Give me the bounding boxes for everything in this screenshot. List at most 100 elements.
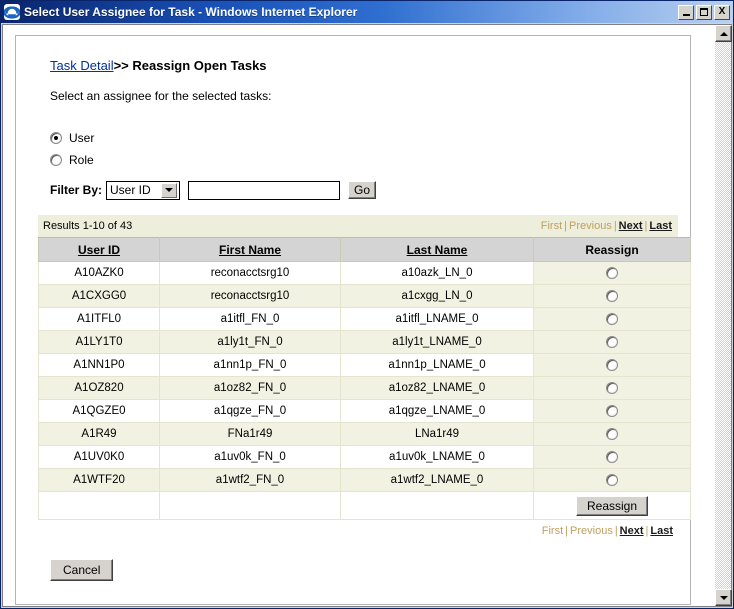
- cell-reassign-radio[interactable]: [533, 422, 691, 446]
- results-table: User ID First Name Last Name Reassign A1…: [38, 237, 691, 520]
- cell-user-id: A1QGZE0: [38, 399, 160, 423]
- window-controls: X: [678, 4, 730, 20]
- pager-previous-bottom: Previous: [570, 525, 613, 537]
- pager-first-top: First: [540, 220, 563, 232]
- cell-user-id: A1WTF20: [38, 468, 160, 492]
- cell-user-id: A1ITFL0: [38, 307, 160, 331]
- reassign-radio[interactable]: [606, 382, 618, 394]
- cell-reassign-radio[interactable]: [533, 399, 691, 423]
- column-header-first-name[interactable]: First Name: [159, 237, 341, 262]
- reassign-radio[interactable]: [606, 313, 618, 325]
- cell-reassign-radio[interactable]: [533, 376, 691, 400]
- scroll-down-icon[interactable]: [715, 589, 732, 606]
- table-row: A1WTF20 a1wtf2_FN_0 a1wtf2_LNAME_0: [38, 468, 691, 492]
- scroll-up-icon[interactable]: [715, 25, 732, 42]
- radio-option-user[interactable]: User: [50, 129, 670, 147]
- reassign-radio[interactable]: [606, 290, 618, 302]
- column-header-reassign: Reassign: [533, 237, 691, 262]
- pagination-bottom: First | Previous | Next | Last: [38, 525, 678, 537]
- cell-last-name: a1cxgg_LN_0: [340, 284, 534, 308]
- cell-last-name: a1itfl_LNAME_0: [340, 307, 534, 331]
- filter-by-label: Filter By:: [50, 183, 103, 197]
- client-area: Task Detail>> Reassign Open Tasks Select…: [2, 24, 732, 607]
- window-title: Select User Assignee for Task - Windows …: [24, 5, 358, 19]
- cancel-button[interactable]: Cancel: [50, 559, 114, 581]
- reassign-radio[interactable]: [606, 405, 618, 417]
- table-header-row: User ID First Name Last Name Reassign: [38, 237, 691, 262]
- cell-reassign-radio[interactable]: [533, 353, 691, 377]
- breadcrumb-separator: >>: [113, 58, 129, 73]
- cell-reassign-radio[interactable]: [533, 330, 691, 354]
- action-row-spacer: [340, 491, 534, 520]
- go-button[interactable]: Go: [348, 181, 377, 199]
- pager-sep: |: [564, 220, 568, 232]
- table-row: A1LY1T0 a1ly1t_FN_0 a1ly1t_LNAME_0: [38, 330, 691, 354]
- table-row: A1QGZE0 a1qgze_FN_0 a1qgze_LNAME_0: [38, 399, 691, 423]
- cell-reassign-radio[interactable]: [533, 445, 691, 469]
- results-section: Results 1-10 of 43 First | Previous | Next | L…: [38, 215, 691, 537]
- cell-reassign-radio[interactable]: [533, 284, 691, 308]
- reassign-radio[interactable]: [606, 336, 618, 348]
- pager-sep: |: [613, 220, 617, 232]
- pager-next-top[interactable]: Next: [619, 220, 643, 232]
- reassign-radio[interactable]: [606, 474, 618, 486]
- filter-field-select-value: User ID: [110, 183, 151, 197]
- pager-last-top[interactable]: Last: [649, 220, 672, 232]
- cell-first-name: a1itfl_FN_0: [159, 307, 341, 331]
- cell-first-name: a1uv0k_FN_0: [159, 445, 341, 469]
- cell-first-name: a1ly1t_FN_0: [159, 330, 341, 354]
- filter-search-input[interactable]: [188, 180, 341, 200]
- results-bar: Results 1-10 of 43 First | Previous | Next | L…: [38, 215, 678, 237]
- cell-user-id: A1OZ820: [38, 376, 160, 400]
- breadcrumb: Task Detail>> Reassign Open Tasks: [50, 58, 670, 73]
- column-header-user-id[interactable]: User ID: [38, 237, 160, 262]
- radio-user-indicator[interactable]: [50, 132, 62, 144]
- radio-option-role[interactable]: Role: [50, 151, 670, 169]
- column-header-last-name[interactable]: Last Name: [340, 237, 534, 262]
- radio-role-indicator[interactable]: [50, 154, 62, 166]
- table-row: A1NN1P0 a1nn1p_FN_0 a1nn1p_LNAME_0: [38, 353, 691, 377]
- radio-user-label: User: [69, 131, 95, 145]
- pager-sep: |: [565, 525, 569, 537]
- action-row-button-cell: Reassign: [533, 491, 691, 520]
- reassign-radio[interactable]: [606, 451, 618, 463]
- cell-reassign-radio[interactable]: [533, 261, 691, 285]
- cell-first-name: a1nn1p_FN_0: [159, 353, 341, 377]
- cell-first-name: a1oz82_FN_0: [159, 376, 341, 400]
- close-icon: X: [718, 6, 726, 17]
- cell-user-id: A1NN1P0: [38, 353, 160, 377]
- assignee-type-group: User Role: [50, 129, 670, 169]
- breadcrumb-link-task-detail[interactable]: Task Detail: [50, 58, 114, 73]
- radio-role-label: Role: [69, 153, 94, 167]
- table-row: A1UV0K0 a1uv0k_FN_0 a1uv0k_LNAME_0: [38, 445, 691, 469]
- pager-last-bottom[interactable]: Last: [650, 525, 673, 537]
- pager-next-bottom[interactable]: Next: [620, 525, 644, 537]
- pager-previous-top: Previous: [569, 220, 612, 232]
- reassign-button[interactable]: Reassign: [575, 495, 649, 516]
- reassign-radio[interactable]: [606, 359, 618, 371]
- reassign-radio[interactable]: [606, 428, 618, 440]
- table-row: A1R49 FNa1r49 LNa1r49: [38, 422, 691, 446]
- cell-user-id: A10AZK0: [38, 261, 160, 285]
- pagination-top: First | Previous | Next | Last: [541, 220, 672, 232]
- breadcrumb-current: Reassign Open Tasks: [132, 58, 267, 73]
- cell-last-name: a1qgze_LNAME_0: [340, 399, 534, 423]
- close-button[interactable]: X: [714, 4, 730, 20]
- internet-explorer-icon: [4, 4, 20, 20]
- cell-reassign-radio[interactable]: [533, 468, 691, 492]
- filter-field-select[interactable]: User ID: [106, 180, 181, 200]
- cell-first-name: reconacctsrg10: [159, 261, 341, 285]
- cell-last-name: LNa1r49: [340, 422, 534, 446]
- table-body: A10AZK0 reconacctsrg10 a10azk_LN_0 A1CXG…: [38, 261, 691, 520]
- cell-first-name: FNa1r49: [159, 422, 341, 446]
- scrollbar-track[interactable]: [715, 42, 731, 589]
- cell-user-id: A1CXGG0: [38, 284, 160, 308]
- document-body: Task Detail>> Reassign Open Tasks Select…: [3, 25, 714, 606]
- cell-reassign-radio[interactable]: [533, 307, 691, 331]
- reassign-radio[interactable]: [606, 267, 618, 279]
- minimize-button[interactable]: [678, 4, 694, 20]
- maximize-button[interactable]: [696, 4, 712, 20]
- action-row-spacer: [159, 491, 341, 520]
- vertical-scrollbar[interactable]: [714, 25, 732, 606]
- cell-last-name: a10azk_LN_0: [340, 261, 534, 285]
